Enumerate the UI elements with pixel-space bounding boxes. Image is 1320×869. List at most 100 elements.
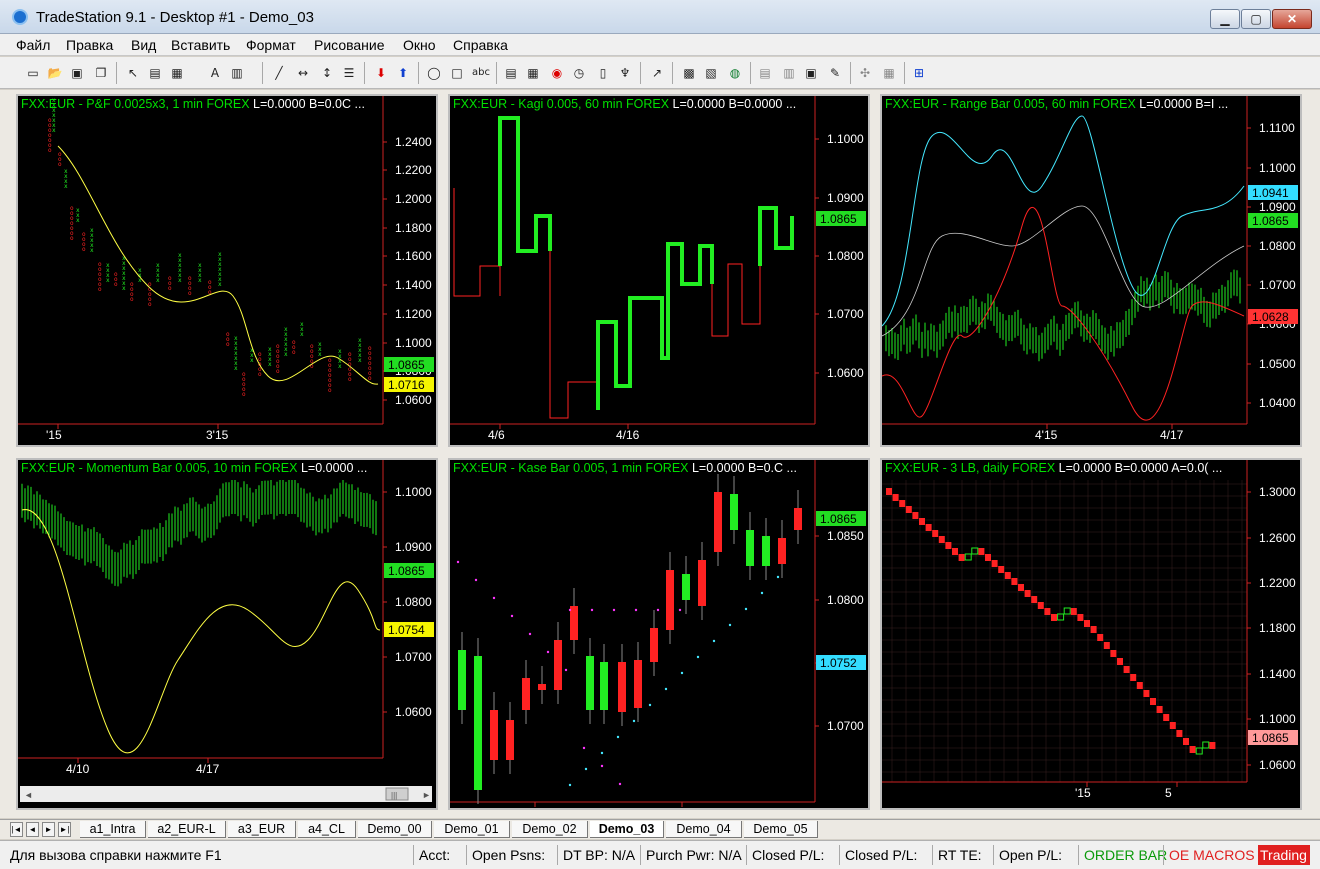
order-bar-button[interactable]: ORDER BAR <box>1078 845 1167 865</box>
close-button[interactable]: ✕ <box>1272 9 1312 29</box>
chart-window-momentum[interactable]: 1.1000 1.0900 1.0800 1.0700 1.0600 4/10 4/17 1.… <box>16 458 438 810</box>
target-icon[interactable]: ◉ <box>548 64 566 82</box>
psar-dot <box>612 608 616 612</box>
menu-format[interactable]: Формат <box>246 37 296 53</box>
matrix-icon[interactable]: ▧ <box>702 64 720 82</box>
calendar-icon[interactable]: ▦ <box>524 64 542 82</box>
chart-analysis-icon[interactable]: ♆ <box>616 64 634 82</box>
chart-plot[interactable]: 1.08501.08001.07501.07004/224/241.08651.… <box>450 460 868 808</box>
y-tick-label: 1.1200 <box>395 307 432 321</box>
open-icon[interactable]: 📂 <box>46 64 64 82</box>
y-tick-label: 1.1000 <box>395 336 432 350</box>
x-tick-label: 4/17 <box>1160 428 1184 442</box>
tab-demo-04[interactable]: Demo_04 <box>666 821 742 838</box>
rectangle-icon[interactable]: □ <box>448 64 466 82</box>
chart-title: FXX:EUR - 3 LB, daily FOREX L=0.0000 B=0… <box>885 461 1275 475</box>
pf-box: x <box>178 252 182 259</box>
candle-body <box>586 656 594 710</box>
maximize-button[interactable]: ▢ <box>1241 9 1271 29</box>
trading-button[interactable]: Trading <box>1258 845 1310 865</box>
menu-window[interactable]: Окно <box>403 37 436 53</box>
chart-title-text: FXX:EUR - Momentum Bar 0.005, 10 min FOR… <box>21 461 301 475</box>
globe-icon[interactable]: ◍ <box>726 64 744 82</box>
layout-icon[interactable]: ▥ <box>780 64 798 82</box>
layout-icon[interactable]: ✎ <box>826 64 844 82</box>
toolbar-separator <box>672 62 673 84</box>
ellipse-icon[interactable]: ◯ <box>425 64 443 82</box>
tab-demo-05[interactable]: Demo_05 <box>744 821 818 838</box>
grid-icon[interactable]: ▦ <box>168 64 186 82</box>
tab-first-button[interactable]: |◄ <box>10 822 23 837</box>
menu-edit[interactable]: Правка <box>66 37 113 53</box>
chart-plot[interactable]: 1.1000 1.0900 1.0800 1.0700 1.0600 4/6 4/16 1.0… <box>450 96 868 445</box>
chart-icon[interactable]: ▥ <box>228 64 246 82</box>
horizontal-arrow-icon[interactable]: ↔ <box>294 64 312 82</box>
layout-icon[interactable]: ▤ <box>756 64 774 82</box>
chart-plot[interactable]: 1.1000 1.0900 1.0800 1.0700 1.0600 4/10 4/17 1.… <box>18 460 436 808</box>
psar-dot <box>510 614 514 618</box>
tab-a2-eur-l[interactable]: a2_EUR-L <box>148 821 226 838</box>
chart-window-kagi[interactable]: 1.1000 1.0900 1.0800 1.0700 1.0600 4/6 4/16 1.0… <box>448 94 870 447</box>
price-tag-label: 1.0865 <box>388 564 425 578</box>
psar-dot <box>696 655 700 659</box>
chart-analysis-icon[interactable]: ↗ <box>648 64 666 82</box>
toolbar-separator <box>116 62 117 84</box>
y-tick-label: 1.2200 <box>1259 576 1296 590</box>
chart-plot[interactable]: 1.11001.10001.09001.08001.07001.06001.05… <box>882 96 1300 445</box>
tab-prev-button[interactable]: ◄ <box>26 822 39 837</box>
tab-a4-cl[interactable]: a4_CL <box>298 821 356 838</box>
up-arrow-icon[interactable]: ⬆ <box>394 64 412 82</box>
abc-icon[interactable]: abc <box>472 64 490 82</box>
line-break-box <box>1150 698 1156 705</box>
closed-pl-field-2: Closed P/L: <box>839 845 931 865</box>
psar-dot <box>712 639 716 643</box>
text-icon[interactable]: A <box>206 64 224 82</box>
clock-icon[interactable]: ◷ <box>570 64 588 82</box>
tab-a1-intra[interactable]: a1_Intra <box>80 821 146 838</box>
new-icon[interactable]: ▭ <box>24 64 42 82</box>
oe-macros-button[interactable]: OE MACROS <box>1163 845 1257 865</box>
candle-body <box>682 574 690 600</box>
chart-window-pf[interactable]: 1.2400 1.2200 1.2000 1.1800 1.1600 1.1400 1.12… <box>16 94 438 447</box>
kagi-thick-line <box>758 206 794 266</box>
chart-plot[interactable]: 1.3000 1.2600 1.2200 1.1800 1.1400 1.1000 1.06… <box>882 460 1300 808</box>
menu-drawing[interactable]: Рисование <box>314 37 385 53</box>
calendar-icon[interactable]: ▤ <box>502 64 520 82</box>
line-break-box <box>1031 596 1038 603</box>
down-arrow-icon[interactable]: ⬇ <box>372 64 390 82</box>
pointer-icon[interactable]: ↖ <box>124 64 142 82</box>
line-break-box <box>1202 741 1210 749</box>
layout-icon[interactable]: ▣ <box>802 64 820 82</box>
line-break-box <box>1051 614 1057 621</box>
page-icon[interactable]: ▯ <box>594 64 612 82</box>
tab-demo-02[interactable]: Demo_02 <box>512 821 588 838</box>
layout-icon[interactable]: ▦ <box>880 64 898 82</box>
chart-window-three-line-break[interactable]: 1.3000 1.2600 1.2200 1.1800 1.1400 1.1000 1.06… <box>880 458 1302 810</box>
menu-help[interactable]: Справка <box>453 37 508 53</box>
menu-insert[interactable]: Вставить <box>171 37 230 53</box>
chart-plot[interactable]: 1.2400 1.2200 1.2000 1.1800 1.1600 1.1400 1.12… <box>18 96 436 445</box>
tab-demo-03[interactable]: Demo_03 <box>590 821 664 838</box>
rt-te-field: RT TE: <box>932 845 992 865</box>
toolbar-separator <box>640 62 641 84</box>
chart-window-range-bar[interactable]: 1.11001.10001.09001.08001.07001.06001.05… <box>880 94 1302 447</box>
save-icon[interactable]: ▣ <box>68 64 86 82</box>
windows-icon[interactable]: ❐ <box>92 64 110 82</box>
lines-icon[interactable]: ☰ <box>340 64 358 82</box>
layout-icon[interactable]: ✣ <box>856 64 874 82</box>
tab-last-button[interactable]: ►| <box>58 822 71 837</box>
matrix-icon[interactable]: ▩ <box>680 64 698 82</box>
tab-a3-eur[interactable]: a3_EUR <box>228 821 296 838</box>
tab-next-button[interactable]: ► <box>42 822 55 837</box>
menu-file[interactable]: Файл <box>16 37 50 53</box>
chart-window-kase[interactable]: 1.08501.08001.07501.07004/224/241.08651.… <box>448 458 870 810</box>
grid-icon[interactable]: ⊞ <box>910 64 928 82</box>
vertical-arrow-icon[interactable]: ↕ <box>318 64 336 82</box>
pen-icon[interactable]: ╱ <box>270 64 288 82</box>
menu-view[interactable]: Вид <box>131 37 156 53</box>
tab-demo-00[interactable]: Demo_00 <box>358 821 432 838</box>
pf-box: o <box>98 286 102 293</box>
chat-icon[interactable]: ▤ <box>146 64 164 82</box>
minimize-button[interactable]: ▁ <box>1210 9 1240 29</box>
tab-demo-01[interactable]: Demo_01 <box>434 821 510 838</box>
